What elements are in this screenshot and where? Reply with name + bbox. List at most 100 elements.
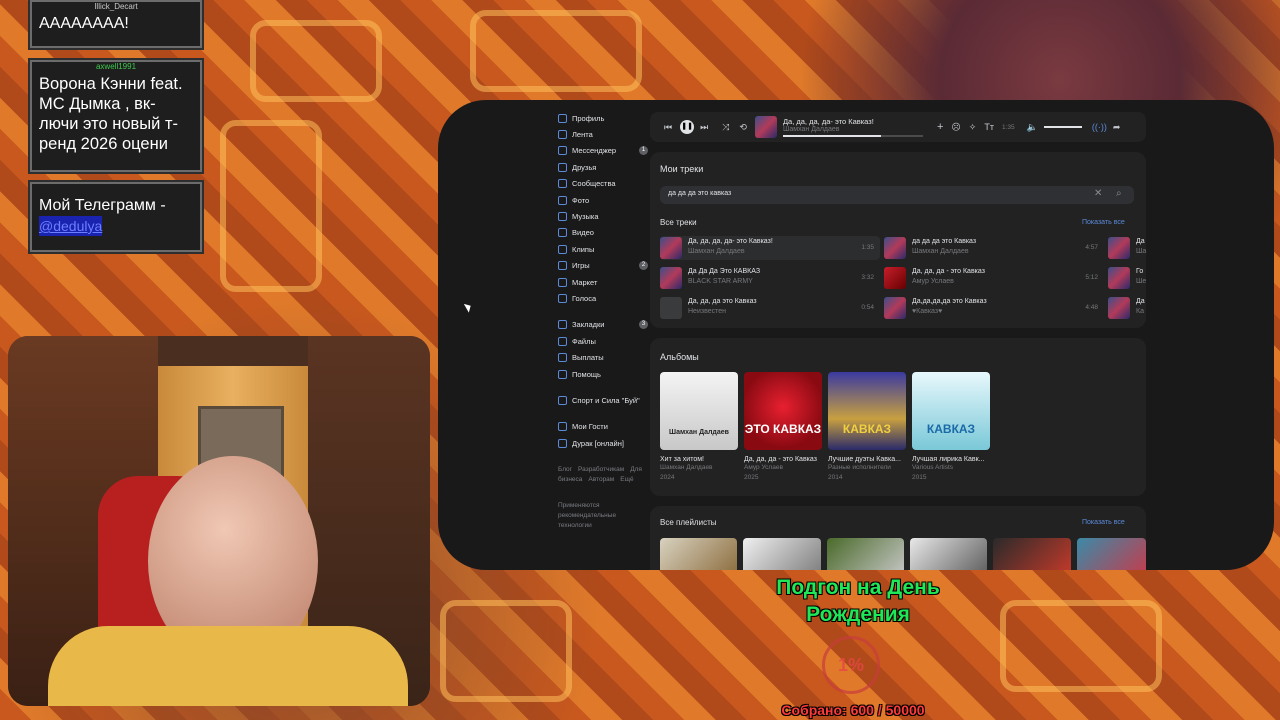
next-track-icon[interactable]: ⏭	[700, 122, 708, 133]
sidebar-item[interactable]: Выплаты	[558, 349, 642, 365]
footer-link[interactable]: Авторам	[588, 476, 614, 483]
album-artist: Various Artists	[912, 464, 954, 471]
chat-text: Ворона Кэнни feat. МС Дымка , вк-лючи эт…	[39, 75, 183, 153]
album-cover-text: КАВКАЗ	[926, 422, 976, 436]
sidebar-item-icon	[558, 369, 567, 379]
track-duration: 4:48	[1085, 304, 1098, 311]
album-artist: Разные исполнители	[828, 464, 891, 471]
add-icon[interactable]: +	[937, 121, 943, 133]
footer-link[interactable]: Ещё	[620, 476, 633, 483]
sidebar-item[interactable]: Музыка	[558, 208, 642, 224]
sidebar-item[interactable]: Профиль	[558, 110, 642, 126]
progress-bar[interactable]	[782, 135, 923, 137]
sidebar-item-label: Голоса	[572, 293, 597, 303]
sidebar-item-label: Клипы	[572, 244, 595, 254]
volume-icon[interactable]: 🔈	[1027, 122, 1038, 133]
track-row[interactable]: Да,да,да,да это Кавказ ♥Кавказ♥ 4:48	[884, 296, 1104, 320]
sidebar-item[interactable]: Фото	[558, 192, 642, 208]
track-row[interactable]: Да Ка	[1108, 296, 1148, 320]
person-shirt	[48, 626, 408, 706]
playlists-show-all-link[interactable]: Показать все	[1082, 519, 1125, 526]
sidebar-app[interactable]: Мои Гости	[558, 419, 642, 435]
track-row[interactable]: Да Ша	[1108, 236, 1148, 260]
track-duration: 1:35	[861, 244, 874, 251]
sidebar-item-label: Помощь	[572, 369, 601, 379]
album-year: 2014	[828, 474, 843, 481]
sidebar-item[interactable]: Закладки 3	[558, 317, 648, 333]
pause-button[interactable]: ❚❚	[680, 120, 695, 134]
show-all-link[interactable]: Показать все	[1082, 219, 1125, 226]
sidebar-item[interactable]: Игры 2	[558, 258, 648, 274]
sidebar-badge: 3	[639, 319, 648, 329]
album-card[interactable]: Шамхан Далдаев Хит за хитом! Шамхан Далдае…	[660, 372, 740, 483]
shuffle-icon[interactable]: ⤨	[722, 122, 729, 133]
sidebar-item[interactable]: Друзья	[558, 159, 642, 175]
album-name: Хит за хитом!	[660, 456, 704, 463]
track-cover	[884, 237, 906, 259]
all-tracks-title: Все треки	[660, 218, 697, 227]
album-card[interactable]: ЭТО КАВКАЗ Да, да, да - это Кавказ Амур Ус…	[744, 372, 824, 483]
sidebar-item[interactable]: Мессенджер 1	[558, 143, 648, 159]
track-cover	[1108, 237, 1130, 259]
sidebar-item[interactable]: Видео	[558, 225, 642, 241]
album-card[interactable]: КАВКАЗ Лучшая лирика Кавк... Various Artis…	[912, 372, 992, 483]
donation-progress-ring: 1%	[822, 636, 880, 694]
sidebar-item[interactable]: Голоса	[558, 290, 642, 306]
telegram-link[interactable]: @dedulya	[39, 216, 103, 236]
sidebar-badge: 2	[639, 260, 648, 270]
sidebar-app[interactable]: Дурак [онлайн]	[558, 435, 642, 451]
playlist-cover[interactable]	[743, 538, 821, 570]
track-row[interactable]: Да, да, да - это Кавказ Амур Услаев 5:12	[884, 266, 1104, 290]
search-box[interactable]: да да да это кавказ ✕ ⌕	[660, 186, 1134, 204]
sidebar-item[interactable]: Маркет	[558, 274, 642, 290]
track-artist: Шамхан Далдаев	[912, 248, 969, 255]
playlist-cover[interactable]	[1076, 538, 1147, 570]
playlist-cover[interactable]	[660, 538, 738, 570]
track-row[interactable]: Да Да Да Это КАВКАЗ BLACK STAR ARMY 3:32	[660, 266, 880, 290]
track-cover	[660, 237, 682, 259]
volume-slider[interactable]	[1043, 126, 1082, 128]
search-icon[interactable]: ⌕	[1116, 188, 1122, 199]
recommend-icon[interactable]: ✧	[969, 122, 977, 133]
sidebar-item-label: Маркет	[572, 277, 598, 287]
sidebar-item-icon	[558, 146, 567, 156]
sidebar-item[interactable]: Сообщества	[558, 176, 642, 192]
playlist-cover[interactable]	[993, 538, 1071, 570]
track-duration: 0:54	[861, 304, 874, 311]
share-icon[interactable]: ➦	[1113, 122, 1121, 133]
sidebar-item[interactable]: Клипы	[558, 241, 642, 257]
track-row[interactable]: да да да это Кавказ Шамхан Далдаев 4:57	[884, 236, 1104, 260]
app-icon	[558, 422, 567, 432]
chat-username	[32, 184, 200, 194]
track-title: Да, да, да, да- это Кавказ!	[688, 238, 773, 245]
broadcast-icon[interactable]: ((·))	[1092, 122, 1107, 132]
lyrics-icon[interactable]: Tт	[984, 122, 994, 132]
sidebar-item[interactable]: Файлы	[558, 333, 642, 349]
sidebar-item[interactable]: Помощь	[558, 366, 642, 382]
footer-link[interactable]: Блог	[558, 466, 572, 473]
album-year: 2025	[744, 474, 759, 481]
playlists-card: Все плейлисты Показать все	[650, 506, 1147, 570]
section-title: Мои треки	[660, 164, 704, 174]
album-card[interactable]: КАВКАЗ Лучшие дуэты Кавка... Разные исполн…	[828, 372, 908, 483]
chat-message: Мой Телеграмм - @dedulya	[30, 182, 202, 252]
sidebar-item-icon	[558, 179, 567, 189]
sidebar-item-icon	[558, 244, 567, 254]
repeat-icon[interactable]: ⟲	[739, 122, 747, 133]
dislike-icon[interactable]: ☹	[951, 122, 960, 133]
footer-link[interactable]: Разработчикам	[578, 466, 624, 473]
now-playing-info: Да, да, да, да- это Кавказ! Шамхан Далда…	[782, 117, 923, 137]
track-row[interactable]: Го Ше	[1108, 266, 1148, 290]
playlist-cover[interactable]	[826, 538, 904, 570]
album-artist: Амур Услаев	[744, 464, 783, 471]
sidebar-item-icon	[558, 293, 567, 303]
playlist-cover[interactable]	[909, 538, 988, 570]
sidebar-item[interactable]: Лента	[558, 126, 642, 142]
search-input[interactable]: да да да это кавказ	[668, 190, 731, 197]
chat-username: Illick_Decart	[94, 2, 138, 11]
clear-icon[interactable]: ✕	[1094, 188, 1102, 199]
track-row[interactable]: Да, да, да это Кавказ Неизвестен 0:54	[660, 296, 880, 320]
track-row[interactable]: Да, да, да, да- это Кавказ! Шамхан Далдае…	[660, 236, 880, 260]
previous-track-icon[interactable]: ⏮	[664, 122, 672, 133]
sidebar-group-link[interactable]: Спорт и Сила "Буй"	[558, 392, 642, 408]
